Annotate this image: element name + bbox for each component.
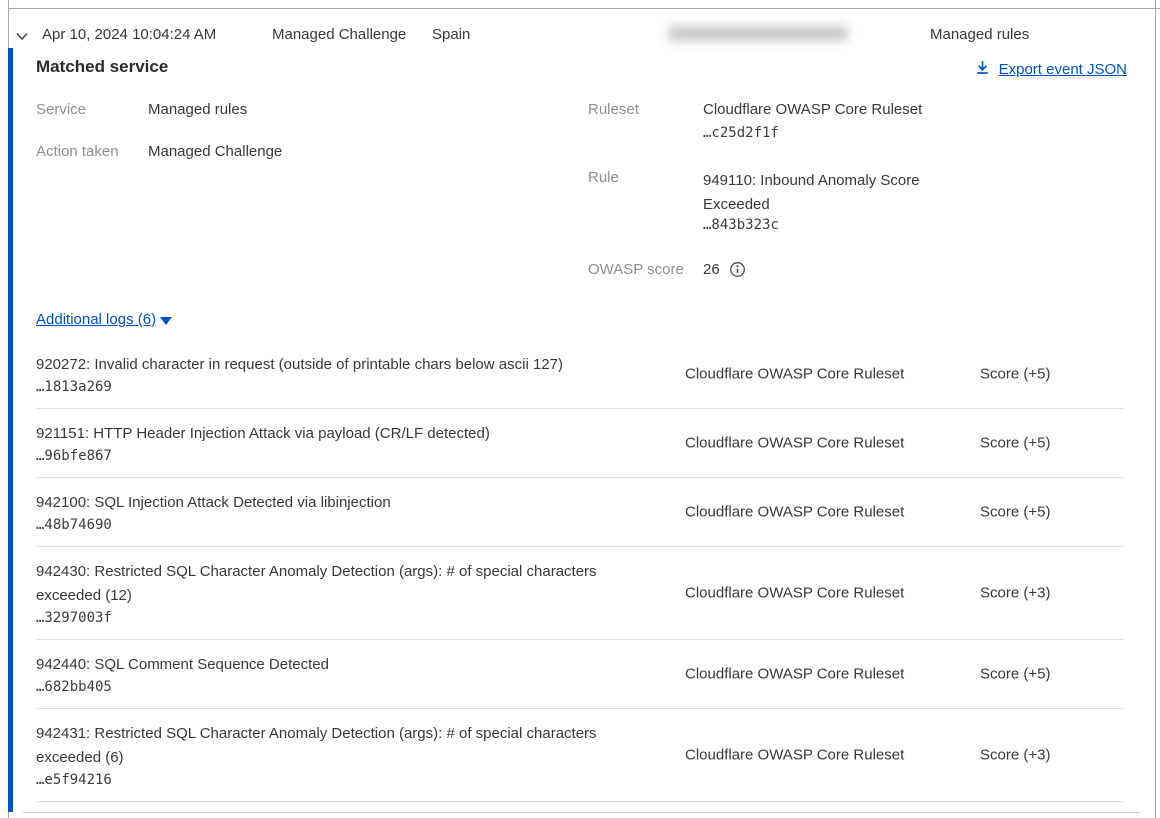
ruleset-label: Ruleset [588, 101, 639, 118]
log-rule-description: 942430: Restricted SQL Character Anomaly… [36, 560, 628, 608]
log-rule-description: 942100: SQL Injection Attack Detected vi… [36, 491, 628, 515]
event-detail-card: Apr 10, 2024 10:04:24 AM Managed Challen… [0, 0, 1160, 818]
log-ruleset: Cloudflare OWASP Core Ruleset [685, 504, 904, 521]
log-ruleset: Cloudflare OWASP Core Ruleset [685, 435, 904, 452]
log-rule-description: 921151: HTTP Header Injection Attack via… [36, 422, 628, 446]
download-icon [974, 59, 991, 80]
event-service: Managed rules [930, 26, 1029, 43]
rule-id-hash: …843b323c [703, 217, 779, 233]
log-rule-hash: …3297003f [36, 610, 1124, 626]
action-taken-value: Managed Challenge [148, 143, 282, 160]
event-country: Spain [432, 26, 470, 43]
log-ruleset: Cloudflare OWASP Core Ruleset [685, 666, 904, 683]
log-row: 942431: Restricted SQL Character Anomaly… [36, 709, 1124, 802]
log-rule-description: 942440: SQL Comment Sequence Detected [36, 653, 628, 677]
expanded-row-accent-bar [8, 48, 13, 812]
export-event-json-link[interactable]: Export event JSON [974, 59, 1127, 80]
event-timestamp: Apr 10, 2024 10:04:24 AM [42, 26, 216, 43]
additional-logs-table: 920272: Invalid character in request (ou… [36, 340, 1124, 802]
log-rule-description: 920272: Invalid character in request (ou… [36, 353, 628, 377]
log-rule-hash: …1813a269 [36, 379, 1124, 395]
chevron-down-icon[interactable] [14, 28, 30, 44]
rule-value: 949110: Inbound Anomaly Score Exceeded [703, 169, 941, 217]
log-rule-hash: …48b74690 [36, 517, 1124, 533]
log-score: Score (+3) [980, 747, 1050, 764]
service-value: Managed rules [148, 101, 247, 118]
action-taken-label: Action taken [36, 143, 119, 160]
log-score: Score (+3) [980, 585, 1050, 602]
log-rule-hash: …96bfe867 [36, 448, 1124, 464]
log-ruleset: Cloudflare OWASP Core Ruleset [685, 366, 904, 383]
log-row: 942100: SQL Injection Attack Detected vi… [36, 478, 1124, 547]
ruleset-value: Cloudflare OWASP Core Ruleset [703, 101, 922, 118]
log-ruleset: Cloudflare OWASP Core Ruleset [685, 585, 904, 602]
log-score: Score (+5) [980, 435, 1050, 452]
export-link-label: Export event JSON [999, 61, 1127, 78]
owasp-score-label: OWASP score [588, 261, 684, 278]
divider [23, 812, 1140, 813]
ruleset-id-hash: …c25d2f1f [703, 125, 779, 141]
event-action: Managed Challenge [272, 26, 406, 43]
log-rule-hash: …e5f94216 [36, 772, 1124, 788]
log-row: 921151: HTTP Header Injection Attack via… [36, 409, 1124, 478]
additional-logs-toggle[interactable]: Additional logs (6) [36, 311, 172, 328]
log-rule-description: 942431: Restricted SQL Character Anomaly… [36, 722, 628, 770]
redacted-host-blur [668, 26, 848, 41]
owasp-score-value: 26 [703, 261, 720, 278]
panel-title: Matched service [36, 57, 168, 77]
rule-label: Rule [588, 169, 619, 186]
info-icon[interactable] [729, 261, 746, 278]
log-score: Score (+5) [980, 366, 1050, 383]
additional-logs-label: Additional logs (6) [36, 311, 156, 328]
log-row: 920272: Invalid character in request (ou… [36, 340, 1124, 409]
log-rule-hash: …682bb405 [36, 679, 1124, 695]
event-summary-row[interactable]: Apr 10, 2024 10:04:24 AM Managed Challen… [0, 8, 1160, 48]
log-row: 942430: Restricted SQL Character Anomaly… [36, 547, 1124, 640]
service-label: Service [36, 101, 86, 118]
log-score: Score (+5) [980, 666, 1050, 683]
log-score: Score (+5) [980, 504, 1050, 521]
caret-down-icon [160, 317, 172, 325]
log-ruleset: Cloudflare OWASP Core Ruleset [685, 747, 904, 764]
log-row: 942440: SQL Comment Sequence Detected …6… [36, 640, 1124, 709]
divider [1155, 0, 1156, 818]
